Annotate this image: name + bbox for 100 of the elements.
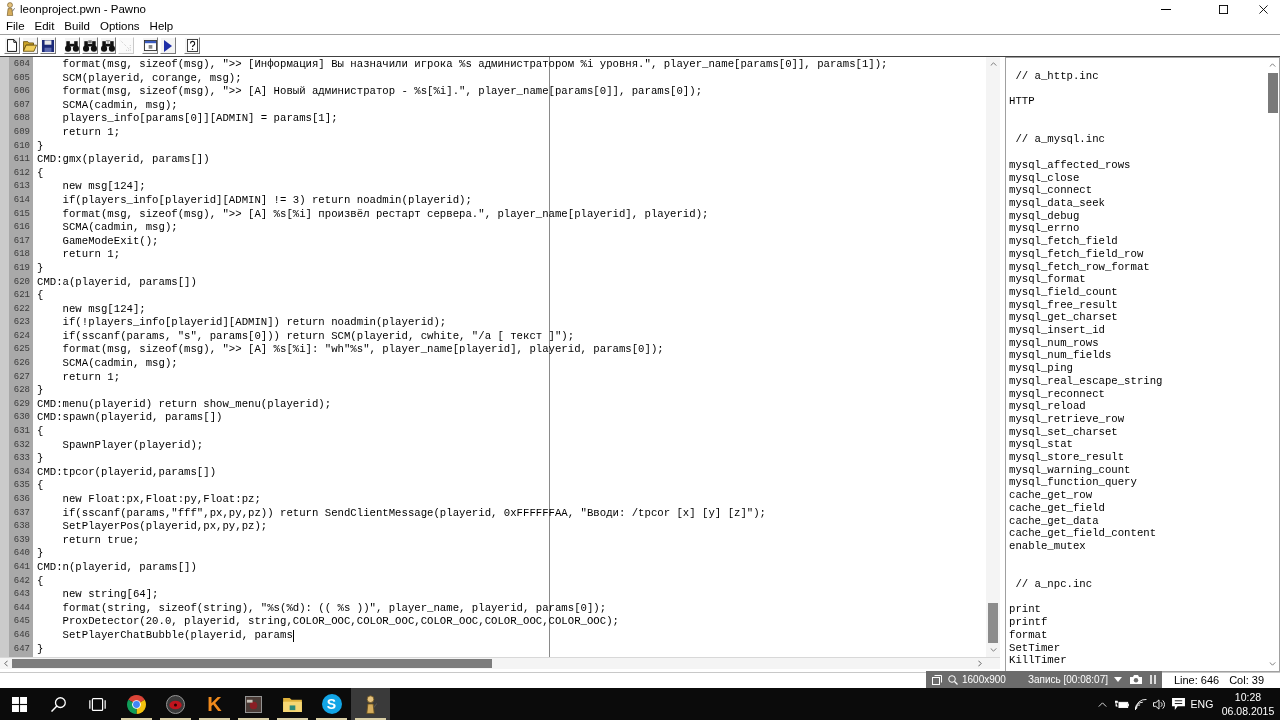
task-view-icon (89, 697, 106, 711)
caret-down-icon (1114, 677, 1122, 682)
function-item[interactable]: mysql_connect (1009, 184, 1093, 197)
function-item[interactable]: mysql_reconnect (1009, 387, 1105, 401)
toolbar-button[interactable] (160, 37, 176, 54)
chevron-down-icon (989, 648, 997, 652)
function-item[interactable]: mysql_insert_id (1009, 324, 1105, 337)
code-line: players_info[params[0]][ADMIN] = params[1]; (61, 112, 338, 126)
code-line: CMD:spawn(playerid, params[]) (37, 411, 223, 426)
code-line: format(msg, sizeof(msg), ">> [A] Новый администратор - %s[%i].", player_name[params[0]], params[0]); (61, 85, 703, 99)
function-item[interactable]: mysql_num_fields (1009, 349, 1112, 363)
function-item[interactable]: mysql_format (1009, 273, 1086, 286)
function-item[interactable]: mysql_data_seek (1009, 197, 1105, 210)
function-item[interactable]: format (1009, 628, 1048, 642)
wifi-icon (1135, 698, 1147, 710)
language-indicator[interactable]: ENG (1188, 688, 1216, 720)
speaker-icon (1153, 698, 1165, 710)
code-line: CMD:gmx(playerid, params[]) (37, 153, 210, 167)
function-item[interactable]: mysql_free_result (1009, 298, 1118, 312)
code-line: GameModeExit(); (61, 234, 159, 249)
code-line: CMD:a(playerid, params[]) (37, 275, 197, 290)
function-item[interactable]: mysql_close (1009, 171, 1080, 185)
menu-item[interactable]: File (1, 19, 30, 33)
segmented-circle-icon (127, 694, 146, 714)
function-item[interactable]: cache_get_row (1009, 489, 1093, 502)
function-item[interactable]: mysql_get_charset (1009, 311, 1118, 324)
function-item[interactable]: mysql_function_query (1009, 476, 1137, 490)
line-number: 618 (12, 248, 31, 262)
taskbar-app-button[interactable] (351, 688, 390, 720)
taskbar-app-button[interactable]: K (195, 688, 234, 720)
function-item[interactable]: mysql_retrieve_row (1009, 412, 1125, 426)
function-item[interactable]: mysql_ping (1009, 362, 1073, 375)
overlapping-squares-icon (932, 674, 942, 685)
function-item[interactable]: printf (1009, 616, 1048, 629)
toolbar-button[interactable] (82, 37, 98, 54)
scrollbar-thumb[interactable] (988, 603, 998, 643)
code-line: format(string, sizeof(string), "%s(%d): (( %s ))", player_name, playerid, params[0]); (61, 601, 607, 616)
code-line: format(msg, sizeof(msg), ">> [Информация] Вы назначили игрока %s администратором %i уровня.", player_name[params[0]], params[1]); (61, 58, 888, 72)
line-number: 627 (12, 370, 31, 384)
battery-plug-icon (1115, 699, 1129, 709)
chevron-down-icon (1268, 662, 1276, 666)
toolbar-button[interactable] (64, 37, 80, 54)
cursor-column-status: Col: 39 (1229, 674, 1264, 687)
code-line: SCMA(cadmin, msg); (61, 98, 178, 113)
code-line: new msg[124]; (61, 180, 146, 194)
line-number: 636 (12, 493, 31, 506)
window-grid-icon (12, 696, 27, 712)
menu-item[interactable]: Edit (29, 19, 60, 33)
include-comment[interactable]: // a_http.inc (1009, 70, 1099, 83)
function-item[interactable]: print (1009, 603, 1041, 617)
scrollbar-thumb[interactable] (12, 659, 492, 668)
message-icon (1171, 698, 1185, 710)
toolbar-button[interactable] (4, 37, 20, 54)
function-item[interactable]: mysql_fetch_field_row (1009, 247, 1144, 261)
function-item[interactable]: enable_mutex (1009, 539, 1086, 553)
clock-button[interactable]: 10:28 06.08.2015 (1216, 688, 1280, 720)
function-item[interactable]: mysql_set_charset (1009, 425, 1118, 439)
toolbar-button[interactable] (184, 37, 200, 54)
toolbar-button[interactable] (142, 37, 158, 54)
line-number: 631 (12, 425, 31, 439)
maximize-icon (1218, 4, 1228, 14)
function-item[interactable]: cache_get_field_content (1009, 527, 1157, 540)
include-comment[interactable]: // a_npc.inc (1009, 578, 1093, 591)
menu-item[interactable]: Help (144, 19, 179, 33)
function-item[interactable]: HTTP (1009, 95, 1035, 109)
code-line: if(sscanf(params,"fff",px,py,pz)) return SendClientMessage(playerid, 0xFFFFFFAA, "Вводи: /tpcor [x] [y] [z]"); (61, 506, 766, 521)
line-number: 637 (12, 506, 31, 520)
function-item[interactable]: mysql_errno (1009, 222, 1080, 236)
function-item[interactable]: cache_get_data (1009, 514, 1099, 528)
function-item[interactable]: mysql_affected_rows (1009, 158, 1131, 172)
function-item[interactable]: mysql_stat (1009, 438, 1073, 452)
function-item[interactable]: cache_get_field (1009, 501, 1105, 515)
function-item[interactable]: KillTimer (1009, 654, 1067, 667)
line-number: 620 (12, 275, 31, 289)
line-number: 645 (12, 615, 31, 629)
function-item[interactable]: mysql_field_count (1009, 285, 1118, 299)
function-item[interactable]: SetTimer (1009, 641, 1061, 655)
function-item[interactable]: mysql_warning_count (1009, 463, 1131, 477)
menu-item[interactable]: Options (94, 19, 145, 33)
search-icon (51, 696, 66, 712)
line-number: 642 (12, 574, 31, 588)
line-number: 606 (12, 85, 31, 99)
toolbar-button[interactable] (40, 37, 56, 54)
menu-item[interactable]: Build (59, 19, 95, 33)
function-item[interactable]: mysql_real_escape_string (1009, 374, 1163, 388)
function-item[interactable]: mysql_num_rows (1009, 336, 1099, 350)
app-logo: S (321, 694, 342, 714)
open-folder-icon (23, 39, 37, 52)
code-line: } (37, 261, 44, 276)
include-comment[interactable]: // a_mysql.inc (1009, 133, 1105, 147)
line-number: 608 (12, 112, 31, 126)
function-item[interactable]: mysql_fetch_row_format (1009, 260, 1150, 274)
function-item[interactable]: mysql_fetch_field (1009, 235, 1118, 248)
toolbar-button[interactable] (100, 37, 116, 54)
function-item[interactable]: mysql_reload (1009, 400, 1086, 413)
function-item[interactable]: mysql_debug (1009, 209, 1080, 223)
scrollbar-thumb[interactable] (1268, 73, 1278, 113)
line-number: 612 (12, 166, 31, 180)
window-title: leonproject.pwn - Pawno (20, 2, 146, 16)
function-item[interactable]: mysql_store_result (1009, 451, 1125, 464)
